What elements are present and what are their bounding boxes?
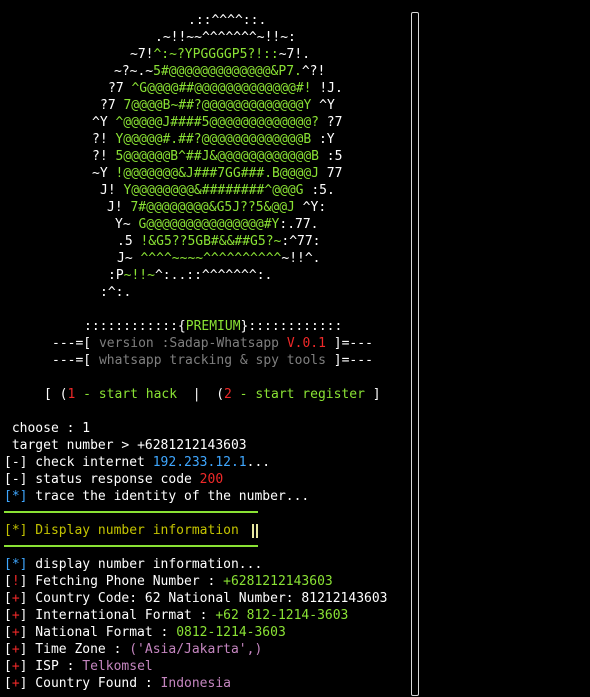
section-divider-bottom <box>4 545 258 547</box>
ascii-logo-line: ?! Y@@@@@#.##?@@@@@@@@@@@@@B :Y <box>92 132 335 147</box>
choose-line: choose : 1 <box>4 421 91 436</box>
main-menu: [ (1 - start hack | (2 - start register … <box>44 387 381 402</box>
plus-icon: + <box>11 659 20 674</box>
star-icon: * <box>11 557 20 572</box>
target-line: target number > +6281212143603 <box>4 438 247 453</box>
minus-icon: - <box>11 455 20 470</box>
terminal-output: .::^^^^::..~!!~~^^^^^^^~!!~:~7!^:~?YPGGG… <box>0 0 410 697</box>
menu-option-2-number: 2 <box>224 387 232 402</box>
plus-icon: + <box>11 676 20 691</box>
ascii-logo-line: ?! 5@@@@@@B^##J&@@@@@@@@@@@@B :5 <box>92 149 343 164</box>
ascii-logo-line: .::^^^^::. <box>188 13 267 28</box>
intl-format-line: [+] International Format : +62 812-1214-… <box>4 608 349 623</box>
display-line: [*] display number information... <box>4 557 263 572</box>
ascii-logo-line: ~?~.~5#@@@@@@@@@@@@@&P7.^?! <box>114 64 326 79</box>
ascii-logo-line: :^:. <box>100 285 132 300</box>
ascii-logo-line: ~7!^:~?YPGGGGP5?!::~7!. <box>130 47 311 62</box>
country-found-line: [+] Country Found : Indonesia <box>4 676 231 691</box>
ascii-logo-line: Y~ G@@@@@@@@@@@@@@@#Y:.77. <box>115 217 319 232</box>
ascii-logo-line: ~Y !@@@@@@@&J###7GG###.B@@@@J 77 <box>92 166 343 181</box>
menu-option-start-register: - start register <box>231 387 365 402</box>
scrollbar[interactable] <box>411 12 419 696</box>
ascii-logo-line: J~ ^^^^~~~~^^^^^^^^^^~!!^. <box>117 251 321 266</box>
ascii-logo-line: ^Y ^@@@@@J####5@@@@@@@@@@@@@? ?7 <box>92 115 343 130</box>
timezone-line: [+] Time Zone : ('Asia/Jakarta',) <box>4 642 263 657</box>
status-line: [-] status response code 200 <box>4 472 224 487</box>
exclamation-icon: ! <box>11 574 20 589</box>
ascii-logo-line: J! 7#@@@@@@@@&G5J??5&@@J ^Y: <box>107 200 327 215</box>
check-internet-line: [-] check internet 192.233.12.1... <box>4 455 271 470</box>
section-divider-top <box>4 511 258 513</box>
ascii-logo-line: :P~!!~^:..::^^^^^^^:. <box>108 268 273 283</box>
plus-icon: + <box>11 591 20 606</box>
plus-icon: + <box>11 608 20 623</box>
ascii-logo-line: .5 !&G5??5GB#&&##G5?~:^77: <box>117 234 321 249</box>
section-title: [*] Display number information <box>4 523 239 538</box>
trace-line: [*] trace the identity of the number... <box>4 489 310 504</box>
star-icon: * <box>11 489 20 504</box>
ascii-logo-line: ?7 7@@@@B~##?@@@@@@@@@@@@@Y ^Y <box>100 98 335 113</box>
version-banner: ---=[ version :Sadap-Whatsapp V.0.1 ]=--… <box>52 336 373 351</box>
country-code-line: [+] Country Code: 62 National Number: 81… <box>4 591 388 606</box>
section-title-bar <box>252 524 254 538</box>
menu-option-start-hack: - start hack <box>75 387 178 402</box>
tagline-banner: ---=[ whatsapp tracking & spy tools ]=--… <box>52 353 373 368</box>
ascii-logo-line: .~!!~~^^^^^^^~!!~: <box>155 30 296 45</box>
fetching-line: [!] Fetching Phone Number : +62812121436… <box>4 574 333 589</box>
ascii-logo-line: ?7 ^G@@@@##@@@@@@@@@@@@@#! !J. <box>108 81 343 96</box>
plus-icon: + <box>11 625 20 640</box>
ascii-logo-line: J! Y@@@@@@@@&########^@@@G :5. <box>100 183 335 198</box>
national-format-line: [+] National Format : 0812-1214-3603 <box>4 625 286 640</box>
minus-icon: - <box>11 472 20 487</box>
plus-icon: + <box>11 642 20 657</box>
premium-banner: ::::::::::::{PREMIUM}:::::::::::: <box>84 319 343 334</box>
isp-line: [+] ISP : Telkomsel <box>4 659 153 674</box>
